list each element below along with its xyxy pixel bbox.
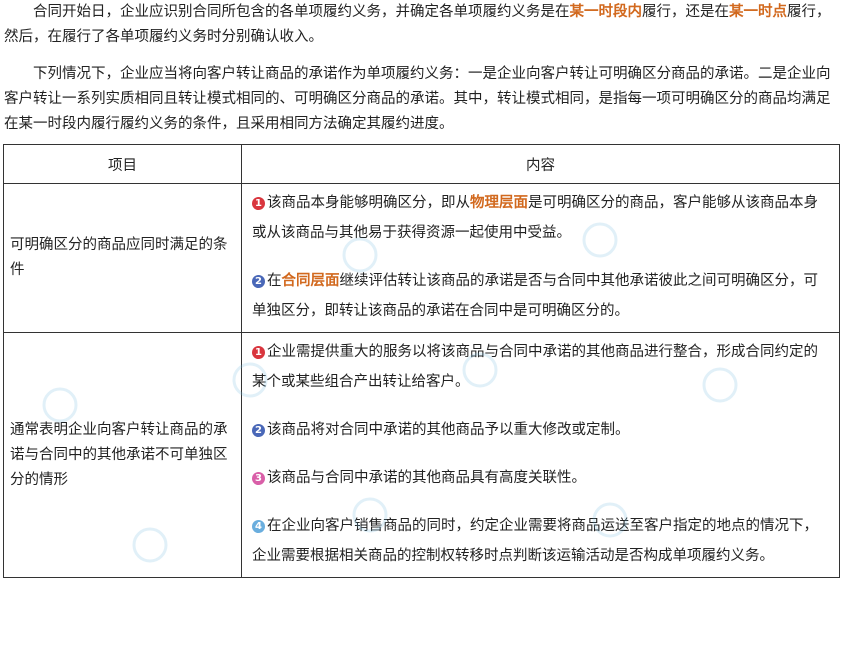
intro-paragraph-2: 下列情况下，企业应当将向客户转让商品的承诺作为单项履约义务：一是企业向客户转让可… [4, 66, 831, 132]
list-item: 1 企业需提供重大的服务以将该商品与合同中承诺的其他商品进行整合，形成合同约定的某… [252, 344, 818, 390]
highlight-contract-level: 合同层面 [281, 273, 340, 289]
number-badge-3: 3 [252, 472, 265, 485]
table-header-row: 项目 内容 [3, 144, 840, 184]
content-table: 项目 内容 可明确区分的商品应同时满足的条件 1 该商品本身能够明确区分，即从物理… [3, 144, 840, 578]
number-badge-2: 2 [252, 424, 265, 437]
header-content: 内容 [241, 144, 840, 184]
number-badge-1: 1 [252, 346, 265, 359]
row2-label: 通常表明企业向客户转让商品的承诺与合同中的其他承诺不可单独区分的情形 [3, 332, 242, 578]
table-row: 可明确区分的商品应同时满足的条件 1 该商品本身能够明确区分，即从物理层面是可明确… [3, 183, 840, 333]
list-item: 2 该商品将对合同中承诺的其他商品予以重大修改或定制。 [252, 415, 831, 445]
list-item: 3 该商品与合同中承诺的其他商品具有高度关联性。 [252, 463, 831, 493]
header-item: 项目 [3, 144, 242, 184]
table-row: 通常表明企业向客户转让商品的承诺与合同中的其他承诺不可单独区分的情形 1 企业需提… [3, 332, 840, 578]
number-badge-2: 2 [252, 275, 265, 288]
intro-paragraph-1: 合同开始日，企业应识别合同所包含的各单项履约义务，并确定各单项履约义务是在某一时… [4, 4, 831, 45]
number-badge-1: 1 [252, 197, 265, 210]
highlight-time-period: 某一时段内 [569, 4, 643, 20]
row1-label: 可明确区分的商品应同时满足的条件 [3, 183, 242, 333]
list-item: 1 该商品本身能够明确区分，即从物理层面是可明确区分的商品，客户能够从该商品本身或… [252, 195, 818, 241]
list-item: 2 在合同层面继续评估转让该商品的承诺是否与合同中其他承诺彼此之间可明确区分，可单… [252, 273, 818, 319]
number-badge-4: 4 [252, 520, 265, 533]
list-item: 4 在企业向客户销售商品的同时，约定企业需要将商品运送至客户指定的地点的情况下，企… [252, 518, 818, 564]
row2-content: 1 企业需提供重大的服务以将该商品与合同中承诺的其他商品进行整合，形成合同约定的某… [241, 332, 840, 578]
highlight-physical-level: 物理层面 [470, 195, 528, 211]
row1-content: 1 该商品本身能够明确区分，即从物理层面是可明确区分的商品，客户能够从该商品本身或… [241, 183, 840, 333]
highlight-point-in-time: 某一时点 [729, 4, 787, 20]
